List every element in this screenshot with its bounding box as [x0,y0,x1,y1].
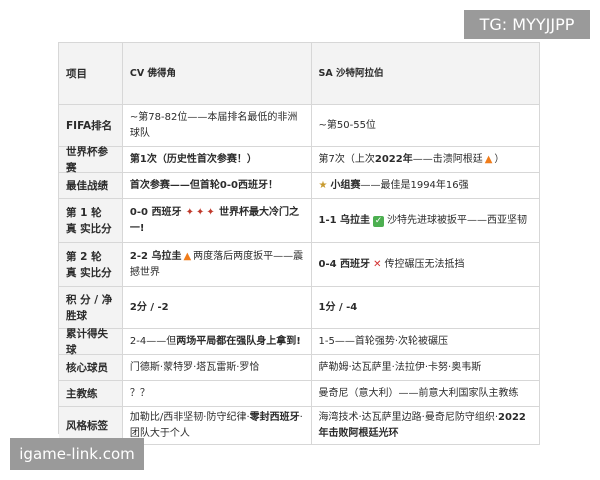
cape-verde-cell: 2分 / -2 [122,287,312,329]
row-label: 世界杯参赛 [59,146,123,174]
text: 沙特先进球被扳平——西亚坚韧 [387,214,528,226]
row-label: 第 2 轮 真 实比分 [59,243,123,287]
saudi-cell: 海湾技术·达瓦萨里边路·曼奇尼防守组织·2022年击败阿根廷光环 [311,407,541,445]
trophy-icon: ★ [318,179,328,191]
text-bold: 1-1 乌拉圭 [318,214,371,226]
party-icon: ✦ [196,206,205,218]
cape-verde-cell: ？？ [122,381,312,407]
table-row: 主教练 ？？ 曼奇尼（意大利）——前意大利国家队主教练 [59,381,541,407]
saudi-cell: 萨勒姆·达瓦萨里·法拉伊·卡努·奥韦斯 [311,355,541,381]
saudi-cell: 1-5——首轮强势·次轮被碾压 [311,329,541,355]
cape-verde-cell: 2-4——但两场平局都在强队身上拿到! [122,329,312,355]
saudi-cell: 1分 / -4 [311,287,541,329]
table-row: 最佳战绩 首次参赛——但首轮0-0西班牙！ ★ 小组赛 ——最佳是1994年16强 [59,173,541,199]
text: 加勒比/西非坚韧·防守纪律· [129,411,250,423]
table-row: 累计得失球 2-4——但两场平局都在强队身上拿到! 1-5——首轮强势·次轮被碾… [59,328,541,356]
saudi-cell: 曼奇尼（意大利）——前意大利国家队主教练 [311,381,541,407]
table-row: 第 1 轮 真 实比分 0-0 西班牙 ✦ ✦ ✦ 世界杯最大冷门之一! 1-1 乌… [59,199,541,243]
cape-verde-cell: 加勒比/西非坚韧·防守纪律·零封西班牙·团队大于个人 [122,407,312,445]
table-row: FIFA排名 ~第78-82位——本届排名最低的非洲球队 ~第50-55位 [59,105,541,147]
text: ——击溃阿根廷 [412,153,483,165]
party-icon: ✦ [206,206,215,218]
text: 传控碾压无法抵挡 [384,258,465,270]
text-bold: 零封西班牙 [249,411,300,423]
header-saudi-arabia: SA 沙特阿拉伯 [311,43,541,105]
saudi-cell: 1-1 乌拉圭 ✓ 沙特先进球被扳平——西亚坚韧 [311,199,541,243]
text-bold: 2-2 乌拉圭 [129,250,182,262]
text-bold: 2022年 [374,153,413,165]
cross-icon: ✕ [373,258,382,270]
table-header-row: 项目 CV 佛得角 SA 沙特阿拉伯 [59,43,541,105]
row-label: 最佳战绩 [59,173,123,199]
row-label: FIFA排名 [59,105,123,147]
watermark-bottom: igame-link.com [10,438,144,470]
row-label: 累计得失球 [59,328,123,356]
fire-icon: ▲ [183,250,192,262]
cape-verde-cell: 首次参赛——但首轮0-0西班牙！ [122,173,312,199]
fire-icon: ▲ [484,153,493,165]
check-icon: ✓ [373,215,385,227]
header-cape-verde: CV 佛得角 [122,43,312,105]
saudi-cell: 第7次（上次 2022年 ——击溃阿根廷 ▲） [311,147,541,173]
cape-verde-cell: 第1次（历史性首次参赛！） [122,147,312,173]
saudi-cell: 0-4 西班牙 ✕ 传控碾压无法抵挡 [311,243,541,287]
cape-verde-cell: 门德斯·蒙特罗·塔瓦雷斯·罗恰 [122,355,312,381]
table-row: 核心球员 门德斯·蒙特罗·塔瓦雷斯·罗恰 萨勒姆·达瓦萨里·法拉伊·卡努·奥韦斯 [59,355,541,381]
saudi-cell: ~第50-55位 [311,105,541,147]
header-item: 项目 [59,43,123,105]
text-bold: 两场平局都在强队身上拿到! [176,335,301,347]
text: 2-4——但 [129,335,177,347]
saudi-cell: ★ 小组赛 ——最佳是1994年16强 [311,173,541,199]
table-row: 第 2 轮 真 实比分 2-2 乌拉圭 ▲ 两度落后两度扳平——震撼世界 0-4 西… [59,243,541,287]
text-bold: 0-0 西班牙 [129,206,182,218]
table-row: 积 分 / 净 胜球 2分 / -2 1分 / -4 [59,287,541,329]
cape-verde-cell: ~第78-82位——本届排名最低的非洲球队 [122,105,312,147]
text-bold: 小组赛 [330,179,361,191]
text-bold: 0-4 西班牙 [318,258,371,270]
party-icon: ✦ [185,206,195,218]
cape-verde-cell: 2-2 乌拉圭 ▲ 两度落后两度扳平——震撼世界 [122,243,312,287]
text: 第7次（上次 [318,153,375,165]
text: 海湾技术·达瓦萨里边路·曼奇尼防守组织· [318,411,499,423]
row-label: 核心球员 [59,355,123,381]
row-label: 第 1 轮 真 实比分 [59,199,123,243]
watermark-top: TG: MYYJJPP [464,10,590,39]
table-row: 世界杯参赛 第1次（历史性首次参赛！） 第7次（上次 2022年 ——击溃阿根廷 ▲） [59,146,541,174]
row-label: 积 分 / 净 胜球 [59,287,123,329]
row-label: 主教练 [59,381,123,407]
cape-verde-cell: 0-0 西班牙 ✦ ✦ ✦ 世界杯最大冷门之一! [122,199,312,243]
text: ——最佳是1994年16强 [360,179,469,191]
comparison-table: 项目 CV 佛得角 SA 沙特阿拉伯 FIFA排名 ~第78-82位——本届排名… [58,42,541,445]
